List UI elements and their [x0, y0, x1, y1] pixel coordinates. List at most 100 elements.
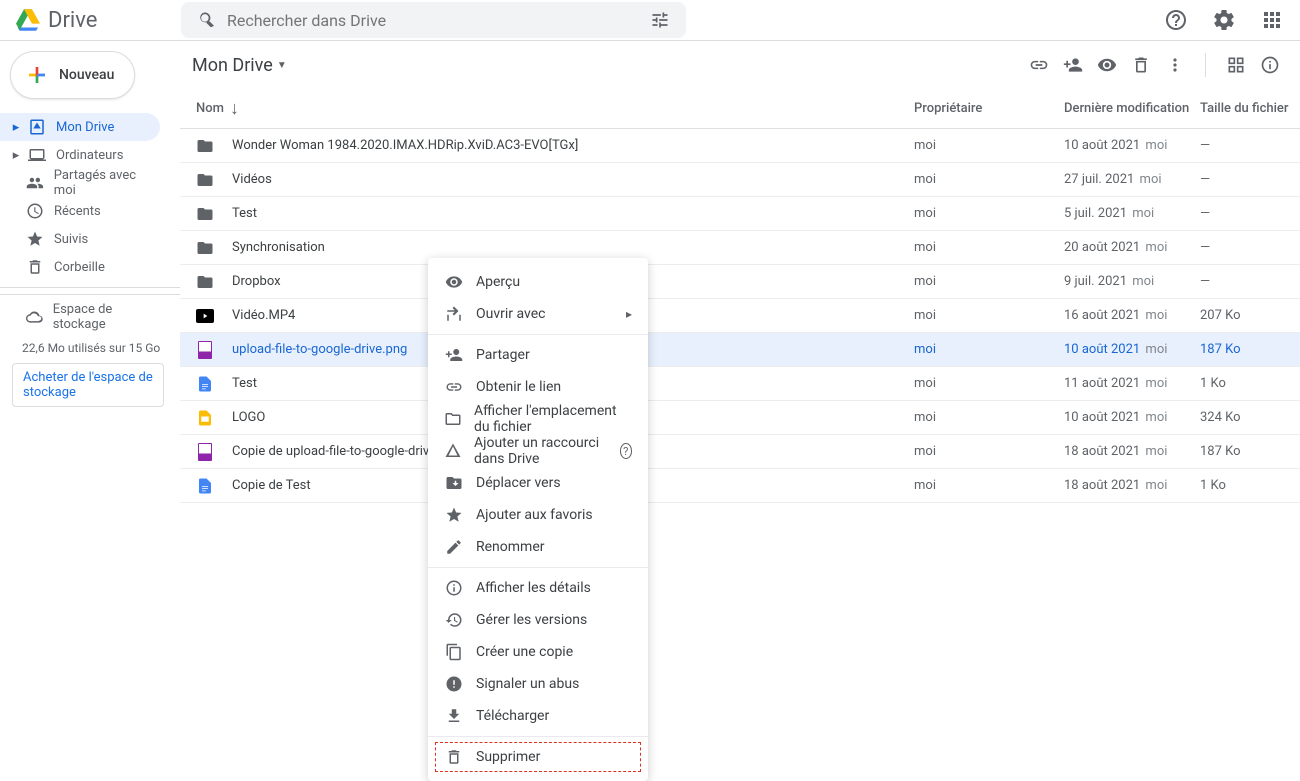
sidebar-item-drive[interactable]: ▸Mon Drive	[0, 113, 160, 141]
context-menu-item[interactable]: Ajouter un raccourci dans Drive?	[428, 435, 648, 467]
file-row[interactable]: Dropboxmoi9 juil. 2021 moi—	[180, 265, 1300, 299]
file-date: 18 août 2021 moi	[1064, 444, 1200, 459]
folder-icon	[196, 137, 214, 155]
person-add-icon	[444, 345, 464, 365]
file-row[interactable]: Copie de upload-file-to-google-drive.png…	[180, 435, 1300, 469]
file-row[interactable]: Wonder Woman 1984.2020.IMAX.HDRip.XviD.A…	[180, 129, 1300, 163]
preview-icon[interactable]	[1097, 55, 1117, 75]
sidebar-item-clock[interactable]: Récents	[0, 197, 160, 225]
context-menu-item[interactable]: Renommer	[428, 531, 648, 563]
file-row[interactable]: Testmoi11 août 2021 moi1 Ko	[180, 367, 1300, 401]
file-owner: moi	[914, 444, 1064, 459]
search-input[interactable]	[227, 11, 640, 30]
toolbar-right	[1029, 53, 1280, 77]
menu-item-label: Signaler un abus	[476, 676, 579, 692]
content-area: Mon Drive ▼ Nom↓ Propriétaire Dernière m…	[180, 41, 1300, 643]
main: Nouveau ▸Mon Drive▸OrdinateursPartagés a…	[0, 41, 1300, 643]
file-size: —	[1200, 138, 1300, 153]
info-icon	[444, 578, 464, 598]
sidebar-item-storage[interactable]: Espace de stockage	[0, 303, 160, 331]
file-name: Synchronisation	[232, 240, 914, 255]
context-menu-item[interactable]: Ouvrir avec▸	[428, 298, 648, 330]
docs-icon	[196, 375, 214, 393]
chevron-right-icon: ▸	[626, 307, 632, 321]
file-size: 1 Ko	[1200, 376, 1300, 391]
file-date: 18 août 2021 moi	[1064, 478, 1200, 493]
help-icon[interactable]	[1156, 0, 1196, 40]
new-button[interactable]: Nouveau	[10, 51, 135, 99]
file-owner: moi	[914, 342, 1064, 357]
image-icon	[196, 443, 214, 461]
link-icon[interactable]	[1029, 55, 1049, 75]
sidebar-item-star[interactable]: Suivis	[0, 225, 160, 253]
folder-icon	[196, 273, 214, 291]
column-owner[interactable]: Propriétaire	[914, 101, 1064, 116]
column-size[interactable]: Taille du fichier	[1200, 101, 1300, 116]
person-add-icon[interactable]	[1063, 55, 1083, 75]
trash-icon	[444, 747, 464, 767]
file-row[interactable]: LOGOmoi10 août 2021 moi324 Ko	[180, 401, 1300, 435]
menu-item-label: Partager	[476, 347, 530, 363]
app-title: Drive	[48, 8, 97, 33]
sidebar-item-trash[interactable]: Corbeille	[0, 253, 160, 281]
star-icon	[444, 505, 464, 525]
menu-item-label: Ajouter un raccourci dans Drive	[474, 435, 620, 467]
more-icon[interactable]	[1165, 55, 1185, 75]
file-name: Test	[232, 206, 914, 221]
context-menu-item[interactable]: Obtenir le lien	[428, 371, 648, 403]
context-menu-item[interactable]: Déplacer vers	[428, 467, 648, 499]
apps-icon[interactable]	[1252, 0, 1292, 40]
file-row[interactable]: Copie de Testmoi18 août 2021 moi1 Ko	[180, 469, 1300, 503]
context-menu-item[interactable]: Afficher les détails	[428, 572, 648, 604]
file-owner: moi	[914, 138, 1064, 153]
context-menu-item[interactable]: Gérer les versions	[428, 604, 648, 636]
file-row[interactable]: Vidéosmoi27 juil. 2021 moi—	[180, 163, 1300, 197]
context-menu-item[interactable]: Aperçu	[428, 266, 648, 298]
history-icon	[444, 610, 464, 630]
folder-icon	[196, 171, 214, 189]
file-name: Wonder Woman 1984.2020.IMAX.HDRip.XviD.A…	[232, 138, 914, 153]
nav-label: Partagés avec moi	[54, 168, 160, 198]
tune-icon[interactable]	[650, 10, 670, 30]
context-menu-item[interactable]: Partager	[428, 339, 648, 371]
new-button-label: Nouveau	[59, 67, 114, 83]
settings-icon[interactable]	[1204, 0, 1244, 40]
file-row[interactable]: Testmoi5 juil. 2021 moi—	[180, 197, 1300, 231]
context-menu-item[interactable]: Supprimer	[434, 741, 642, 773]
context-menu-item[interactable]: Afficher l'emplacement du fichier	[428, 403, 648, 435]
drive-icon	[28, 118, 46, 136]
context-menu-item[interactable]: Ajouter aux favoris	[428, 499, 648, 531]
menu-item-label: Supprimer	[476, 749, 540, 765]
context-menu-item[interactable]: Télécharger	[428, 700, 648, 732]
file-row[interactable]: Vidéo.MP4moi16 août 2021 moi207 Ko	[180, 299, 1300, 333]
column-modified[interactable]: Dernière modification	[1064, 101, 1200, 116]
grid-view-icon[interactable]	[1226, 55, 1246, 75]
column-name[interactable]: Nom↓	[196, 98, 914, 119]
file-size: 187 Ko	[1200, 444, 1300, 459]
context-menu-item[interactable]: Signaler un abus	[428, 668, 648, 700]
sidebar-item-people[interactable]: Partagés avec moi	[0, 169, 160, 197]
people-icon	[26, 174, 44, 192]
slides-icon	[196, 409, 214, 427]
file-row[interactable]: Synchronisationmoi20 août 2021 moi—	[180, 231, 1300, 265]
app-header: Drive	[0, 0, 1300, 40]
file-owner: moi	[914, 172, 1064, 187]
sidebar-item-computer[interactable]: ▸Ordinateurs	[0, 141, 160, 169]
info-icon[interactable]	[1260, 55, 1280, 75]
file-size: —	[1200, 274, 1300, 289]
chevron-down-icon: ▼	[277, 60, 287, 71]
storage-buy-button[interactable]: Acheter de l'espace de stockage	[12, 363, 164, 407]
context-menu-item[interactable]: Créer une copie	[428, 636, 648, 668]
trash-icon[interactable]	[1131, 55, 1151, 75]
file-row[interactable]: upload-file-to-google-drive.pngmoi10 aoû…	[180, 333, 1300, 367]
file-owner: moi	[914, 376, 1064, 391]
breadcrumb[interactable]: Mon Drive ▼	[186, 53, 293, 78]
download-icon	[444, 706, 464, 726]
logo-area[interactable]: Drive	[16, 8, 181, 33]
eye-icon	[444, 272, 464, 292]
menu-item-label: Afficher l'emplacement du fichier	[474, 403, 632, 435]
cloud-icon	[26, 308, 43, 326]
sidebar: Nouveau ▸Mon Drive▸OrdinateursPartagés a…	[0, 41, 180, 643]
search-icon	[197, 10, 217, 30]
search-bar[interactable]	[181, 2, 686, 38]
